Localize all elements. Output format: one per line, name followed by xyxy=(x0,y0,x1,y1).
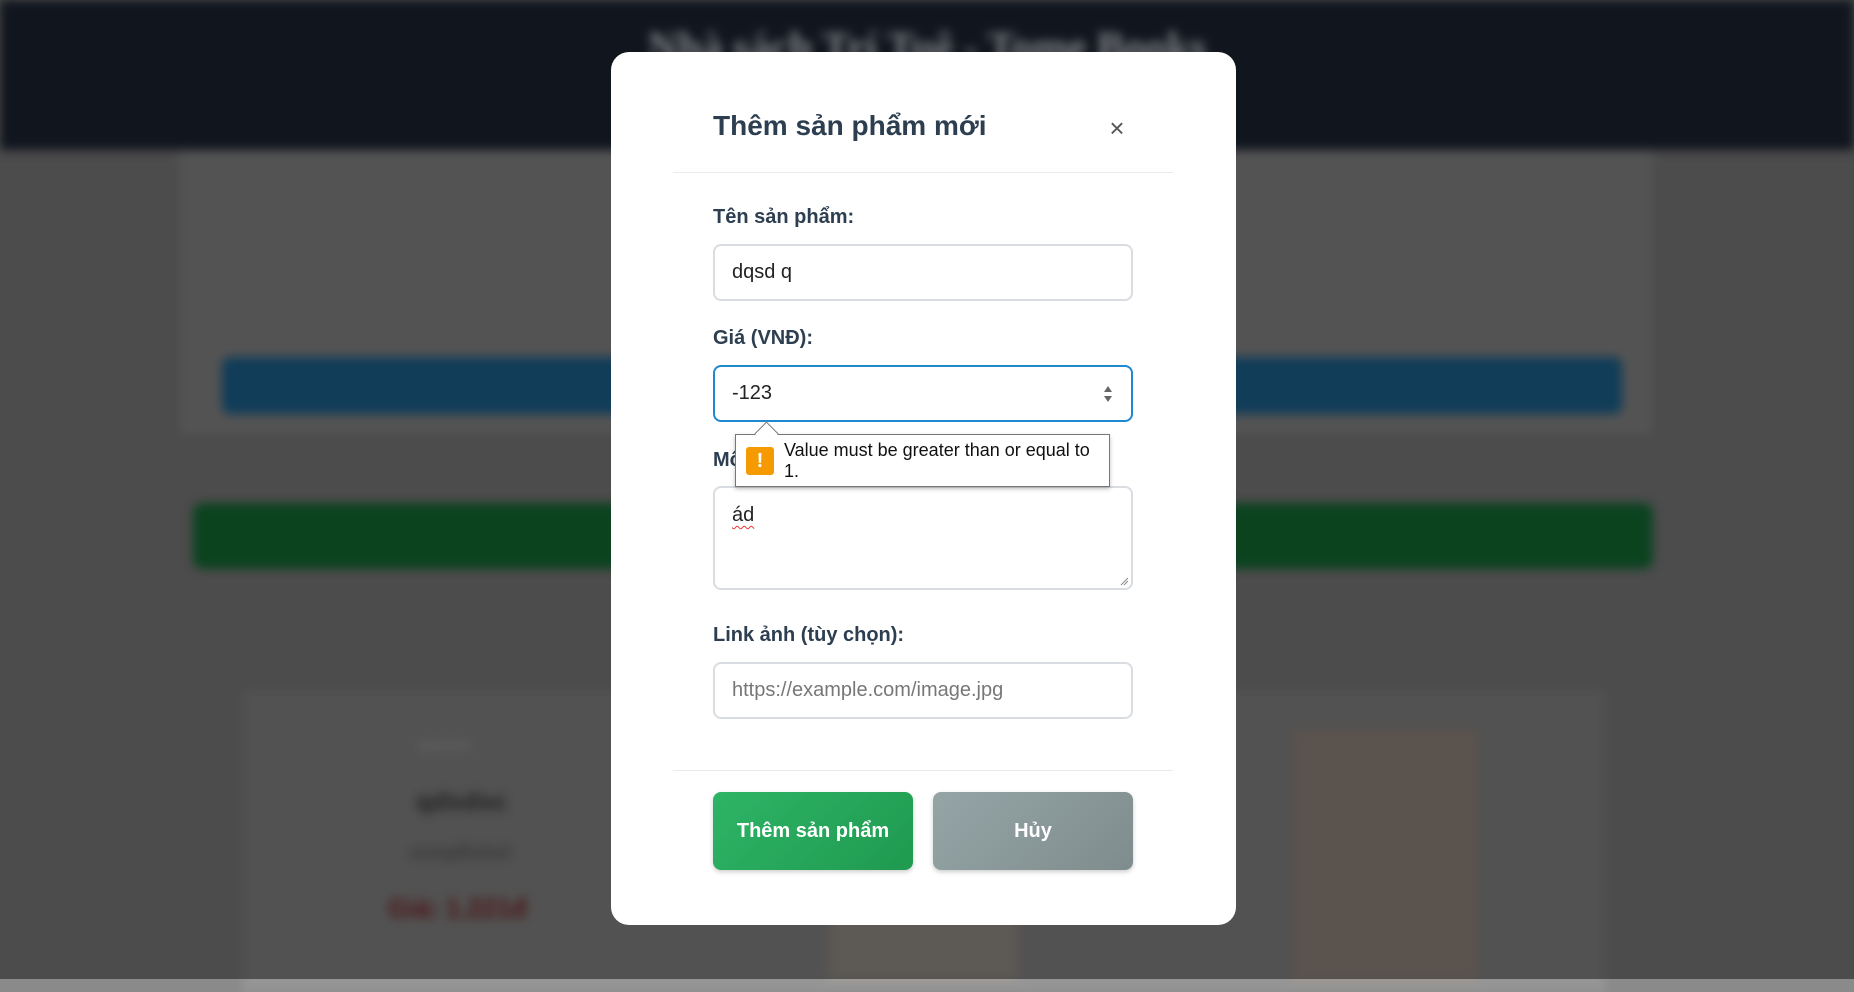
warning-icon: ! xyxy=(746,446,774,475)
add-product-button[interactable]: Thêm sản phẩm xyxy=(713,792,913,870)
add-product-modal: Thêm sản phẩm mới × Tên sản phẩm: dqsd q… xyxy=(611,52,1236,925)
image-link-label: Link ảnh (tùy chọn): xyxy=(713,624,905,646)
resize-handle-icon[interactable] xyxy=(1119,576,1129,586)
cancel-button[interactable]: Hủy xyxy=(933,792,1133,870)
description-value: ád xyxy=(732,504,755,526)
image-url-input[interactable]: https://example.com/image.jpg xyxy=(713,662,1133,719)
spinner-arrows-icon[interactable] xyxy=(1103,384,1113,404)
price-label: Giá (VNĐ): xyxy=(713,327,813,349)
product-name-label: Tên sản phẩm: xyxy=(713,206,855,228)
price-input[interactable]: -123 xyxy=(713,365,1133,422)
validation-tooltip: ! Value must be greater than or equal to… xyxy=(735,434,1110,487)
modal-title: Thêm sản phẩm mới xyxy=(713,110,987,141)
footer-divider xyxy=(673,770,1173,771)
close-icon[interactable]: × xyxy=(1099,110,1135,146)
price-value: -123 xyxy=(732,382,773,404)
validation-message: Value must be greater than or equal to 1… xyxy=(783,439,1090,481)
product-name-input[interactable]: dqsd q xyxy=(713,244,1133,301)
description-textarea[interactable]: ád xyxy=(713,486,1133,590)
